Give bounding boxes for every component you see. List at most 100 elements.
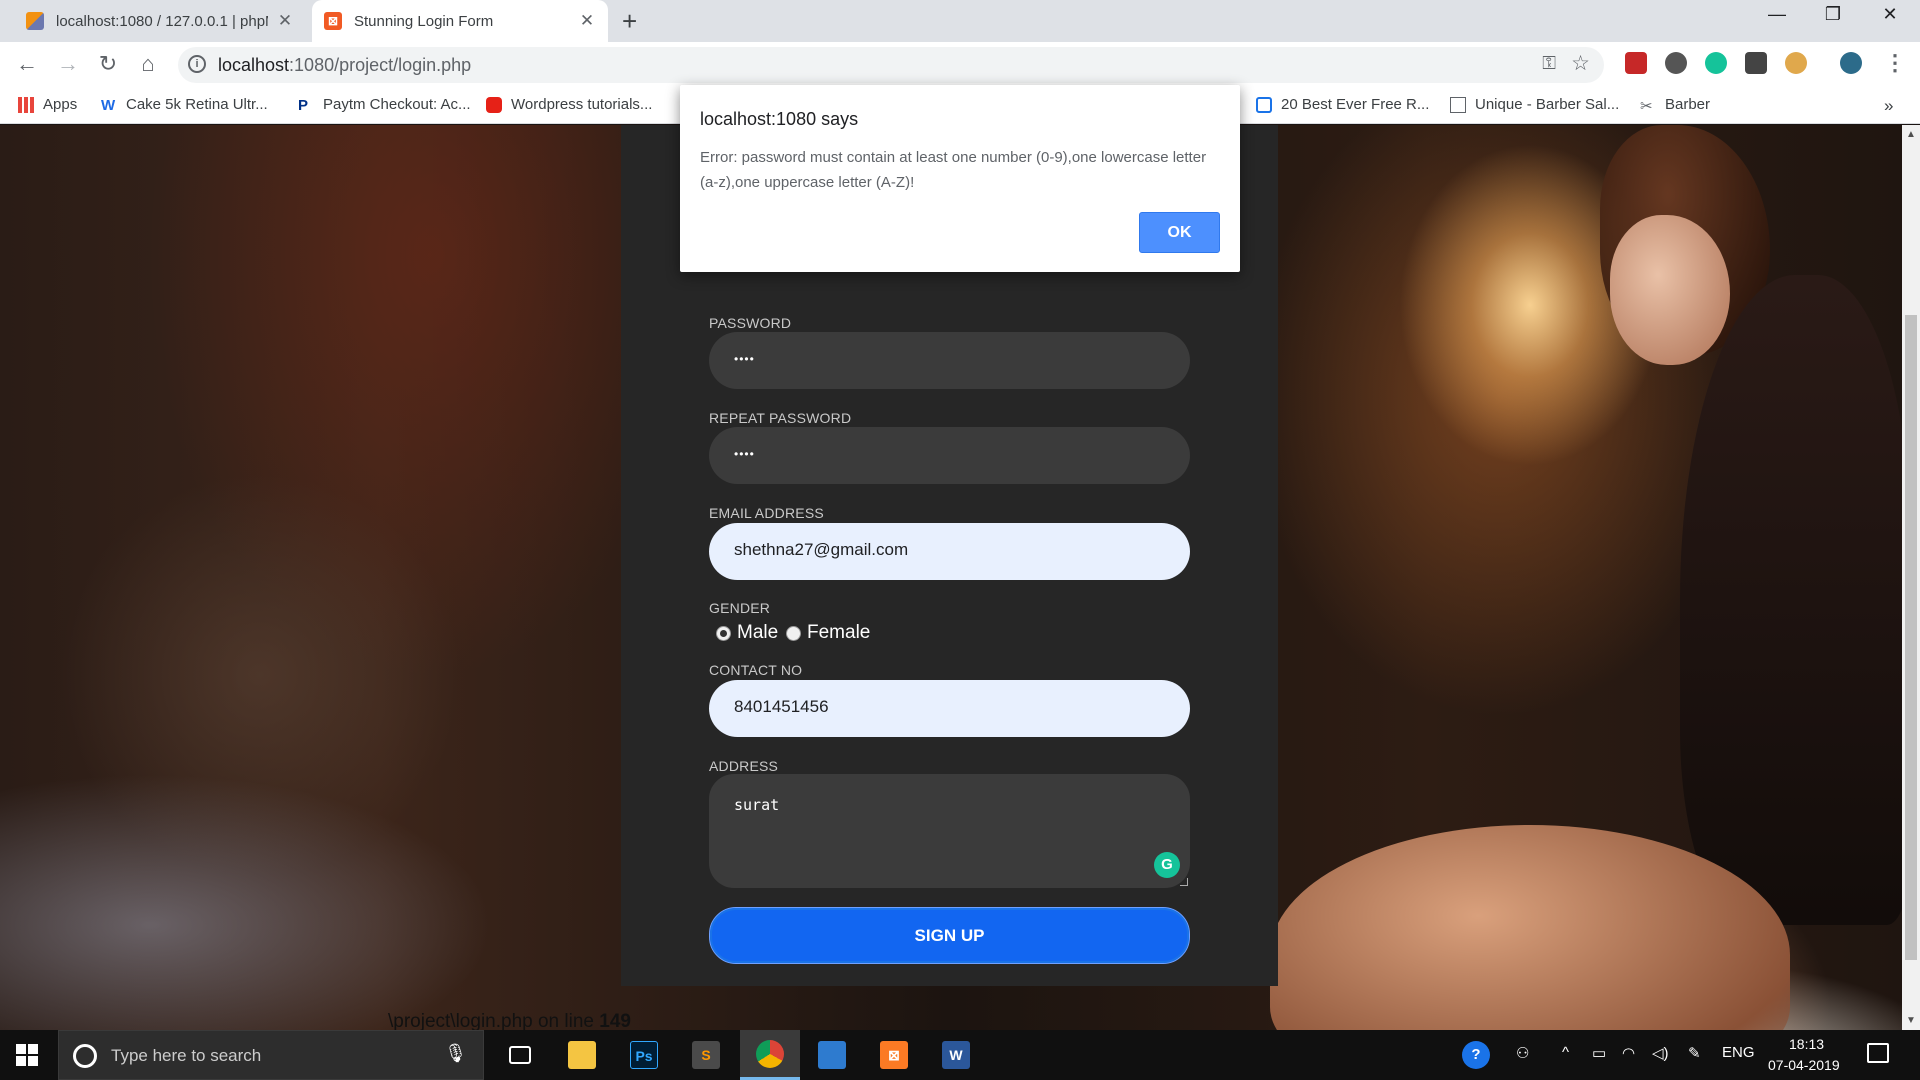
tab-phpmyadmin[interactable]: localhost:1080 / 127.0.0.1 | phpM ✕: [14, 0, 306, 42]
scroll-thumb[interactable]: [1905, 315, 1917, 960]
profile-avatar[interactable]: [1840, 52, 1862, 74]
chrome-icon[interactable]: [740, 1030, 800, 1080]
apps-grid-icon: [18, 96, 34, 113]
bookmark-label: Barber: [1665, 96, 1711, 113]
microphone-icon[interactable]: 🎙: [444, 1043, 467, 1064]
bookmark-wordpress[interactable]: Wordpress tutorials...: [486, 96, 652, 113]
background-photo-therapist: [1680, 275, 1902, 925]
contact-field[interactable]: 8401451456: [709, 680, 1190, 737]
bookmark-cake[interactable]: W Cake 5k Retina Ultr...: [101, 96, 268, 114]
minimize-icon[interactable]: —: [1747, 4, 1807, 25]
grammarly-extension-icon[interactable]: [1705, 52, 1727, 74]
taskbar-search-box[interactable]: Type here to search 🎙: [58, 1030, 484, 1080]
volume-icon[interactable]: ◁): [1652, 1044, 1669, 1062]
bookmark-apps[interactable]: Apps: [18, 96, 77, 113]
new-tab-icon[interactable]: +: [622, 6, 637, 37]
file-explorer-icon[interactable]: [552, 1030, 612, 1080]
language-indicator[interactable]: ENG: [1722, 1044, 1755, 1061]
scroll-down-icon[interactable]: ▼: [1906, 1015, 1916, 1026]
bookmarks-overflow-icon[interactable]: »: [1884, 96, 1893, 116]
password-field[interactable]: ••••: [709, 332, 1190, 389]
xampp-icon: ⊠: [324, 12, 342, 30]
home-icon[interactable]: ⌂: [134, 51, 162, 77]
sublime-glyph: S: [692, 1041, 720, 1069]
clock-date[interactable]: 07-04-2019: [1768, 1057, 1840, 1073]
virtualbox-icon[interactable]: [802, 1030, 862, 1080]
back-icon[interactable]: ←: [13, 51, 41, 77]
browser-toolbar: ← → ↻ ⌂ i localhost:1080/project/login.p…: [0, 42, 1920, 87]
forward-icon[interactable]: →: [54, 51, 82, 77]
barber-icon: ✂: [1640, 97, 1653, 115]
bookmark-page-icon: [1256, 96, 1272, 113]
url-text[interactable]: localhost:1080/project/login.php: [218, 55, 471, 76]
tab-title: Stunning Login Form: [354, 12, 494, 30]
windows-start-icon[interactable]: [16, 1044, 38, 1066]
photoshop-glyph: Ps: [630, 1041, 658, 1069]
eyedropper-extension-icon[interactable]: [1665, 52, 1687, 74]
email-field[interactable]: shethna27@gmail.com: [709, 523, 1190, 580]
reload-icon[interactable]: ↻: [94, 51, 122, 77]
windows-taskbar: Type here to search 🎙 Ps S ⊠ W ? ⚇ ^ ▭ ◠…: [0, 1030, 1920, 1080]
contact-value: 8401451456: [734, 697, 829, 716]
close-tab-icon[interactable]: ✕: [578, 11, 596, 31]
grammarly-icon[interactable]: G: [1154, 852, 1180, 878]
repeat-password-label: REPEAT PASSWORD: [709, 410, 852, 426]
cookie-extension-icon[interactable]: [1785, 52, 1807, 74]
address-value: surat: [734, 796, 780, 814]
clock-time[interactable]: 18:13: [1789, 1036, 1824, 1052]
bookmark-barber[interactable]: ✂ Barber: [1640, 96, 1711, 115]
repeat-password-field[interactable]: ••••: [709, 427, 1190, 484]
key-icon[interactable]: ⚿: [1542, 53, 1556, 74]
gender-male-radio[interactable]: Male: [716, 622, 778, 644]
word-icon[interactable]: W: [926, 1030, 986, 1080]
notification-icon[interactable]: [1867, 1043, 1889, 1063]
address-textarea[interactable]: surat G: [709, 774, 1190, 888]
show-hidden-icons[interactable]: ^: [1562, 1044, 1569, 1061]
help-icon[interactable]: ?: [1462, 1041, 1490, 1069]
address-bar[interactable]: i localhost:1080/project/login.php ⚿ ☆: [178, 47, 1604, 83]
sign-up-button[interactable]: SIGN UP: [709, 907, 1190, 964]
address-label: ADDRESS: [709, 758, 779, 774]
battery-icon[interactable]: ▭: [1592, 1044, 1606, 1062]
extension-badge-icon[interactable]: [1745, 52, 1767, 74]
bookmark-20-best[interactable]: 20 Best Ever Free R...: [1256, 96, 1429, 113]
scroll-up-icon[interactable]: ▲: [1906, 129, 1916, 140]
adblock-icon[interactable]: [1625, 52, 1647, 74]
alert-dialog: localhost:1080 says Error: password must…: [680, 85, 1240, 272]
tab-login-form[interactable]: ⊠ Stunning Login Form ✕: [312, 0, 608, 42]
alert-ok-button[interactable]: OK: [1139, 212, 1220, 253]
people-icon[interactable]: ⚇: [1516, 1044, 1529, 1062]
page-scrollbar[interactable]: ▲ ▼: [1902, 125, 1920, 1030]
xampp-glyph: ⊠: [880, 1041, 908, 1069]
gender-male-label: Male: [737, 622, 779, 643]
bookmark-label: Cake 5k Retina Ultr...: [126, 96, 268, 113]
resize-handle[interactable]: [1180, 878, 1188, 886]
word-glyph: W: [942, 1041, 970, 1069]
browser-tab-strip: localhost:1080 / 127.0.0.1 | phpM ✕ ⊠ St…: [0, 0, 1920, 42]
contact-label: CONTACT NO: [709, 662, 803, 678]
task-view-glyph: [509, 1046, 531, 1064]
wifi-icon[interactable]: ◠: [1622, 1044, 1635, 1062]
restore-icon[interactable]: ❐: [1803, 4, 1863, 25]
bookmark-unique-barber[interactable]: Unique - Barber Sal...: [1450, 96, 1619, 113]
sublime-text-icon[interactable]: S: [676, 1030, 736, 1080]
password-mask: ••••: [734, 352, 755, 366]
xampp-icon[interactable]: ⊠: [864, 1030, 924, 1080]
window-close-icon[interactable]: ✕: [1860, 4, 1920, 25]
radio-checked-icon: [716, 625, 731, 641]
gender-female-radio[interactable]: Female: [786, 622, 870, 644]
photoshop-icon[interactable]: Ps: [614, 1030, 674, 1080]
site-info-icon[interactable]: i: [188, 55, 206, 73]
pen-icon[interactable]: ✎: [1688, 1044, 1701, 1062]
chrome-menu-icon[interactable]: ⋮: [1884, 50, 1906, 76]
bookmark-label: Paytm Checkout: Ac...: [323, 96, 471, 113]
task-view-icon[interactable]: [490, 1030, 550, 1080]
youtube-icon: [486, 96, 502, 113]
cortana-icon: [73, 1044, 97, 1068]
repeat-password-mask: ••••: [734, 447, 755, 461]
bookmark-star-icon[interactable]: ☆: [1571, 51, 1590, 76]
paypal-icon: P: [298, 96, 309, 114]
bookmark-paytm[interactable]: P Paytm Checkout: Ac...: [298, 96, 471, 114]
search-placeholder: Type here to search: [111, 1046, 262, 1065]
close-tab-icon[interactable]: ✕: [276, 11, 294, 31]
